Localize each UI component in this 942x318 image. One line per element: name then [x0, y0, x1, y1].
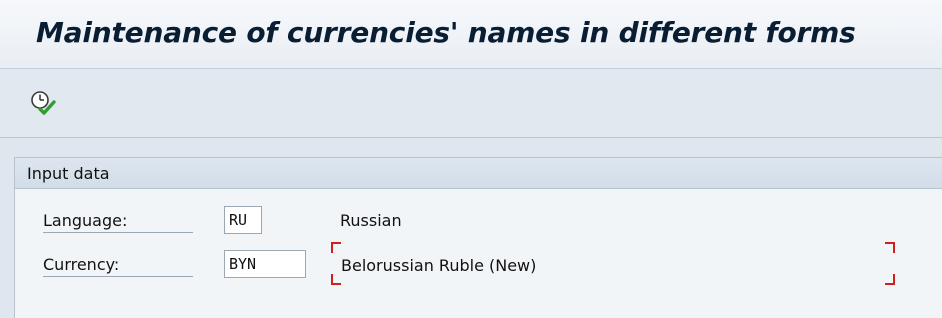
required-marker-top-left	[331, 242, 341, 253]
sap-screen: Maintenance of currencies' names in diff…	[0, 0, 942, 318]
required-marker-bottom-left	[331, 274, 341, 285]
language-description: Russian	[340, 211, 402, 230]
application-toolbar	[0, 69, 942, 138]
input-data-group: Input data Language: RU Russian Currency…	[14, 157, 942, 318]
title-bar: Maintenance of currencies' names in diff…	[0, 0, 942, 69]
currency-input[interactable]: BYN	[224, 250, 306, 278]
language-label: Language:	[43, 211, 193, 233]
page-title: Maintenance of currencies' names in diff…	[36, 16, 856, 49]
currency-label: Currency:	[43, 255, 193, 277]
group-title: Input data	[27, 164, 110, 183]
group-header: Input data	[15, 158, 942, 189]
required-marker-top-right	[885, 242, 895, 253]
execute-button[interactable]	[28, 89, 60, 117]
execute-clock-check-icon	[31, 91, 56, 115]
language-input[interactable]: RU	[224, 206, 262, 234]
required-marker-bottom-right	[885, 274, 895, 285]
currency-description: Belorussian Ruble (New)	[341, 256, 537, 275]
